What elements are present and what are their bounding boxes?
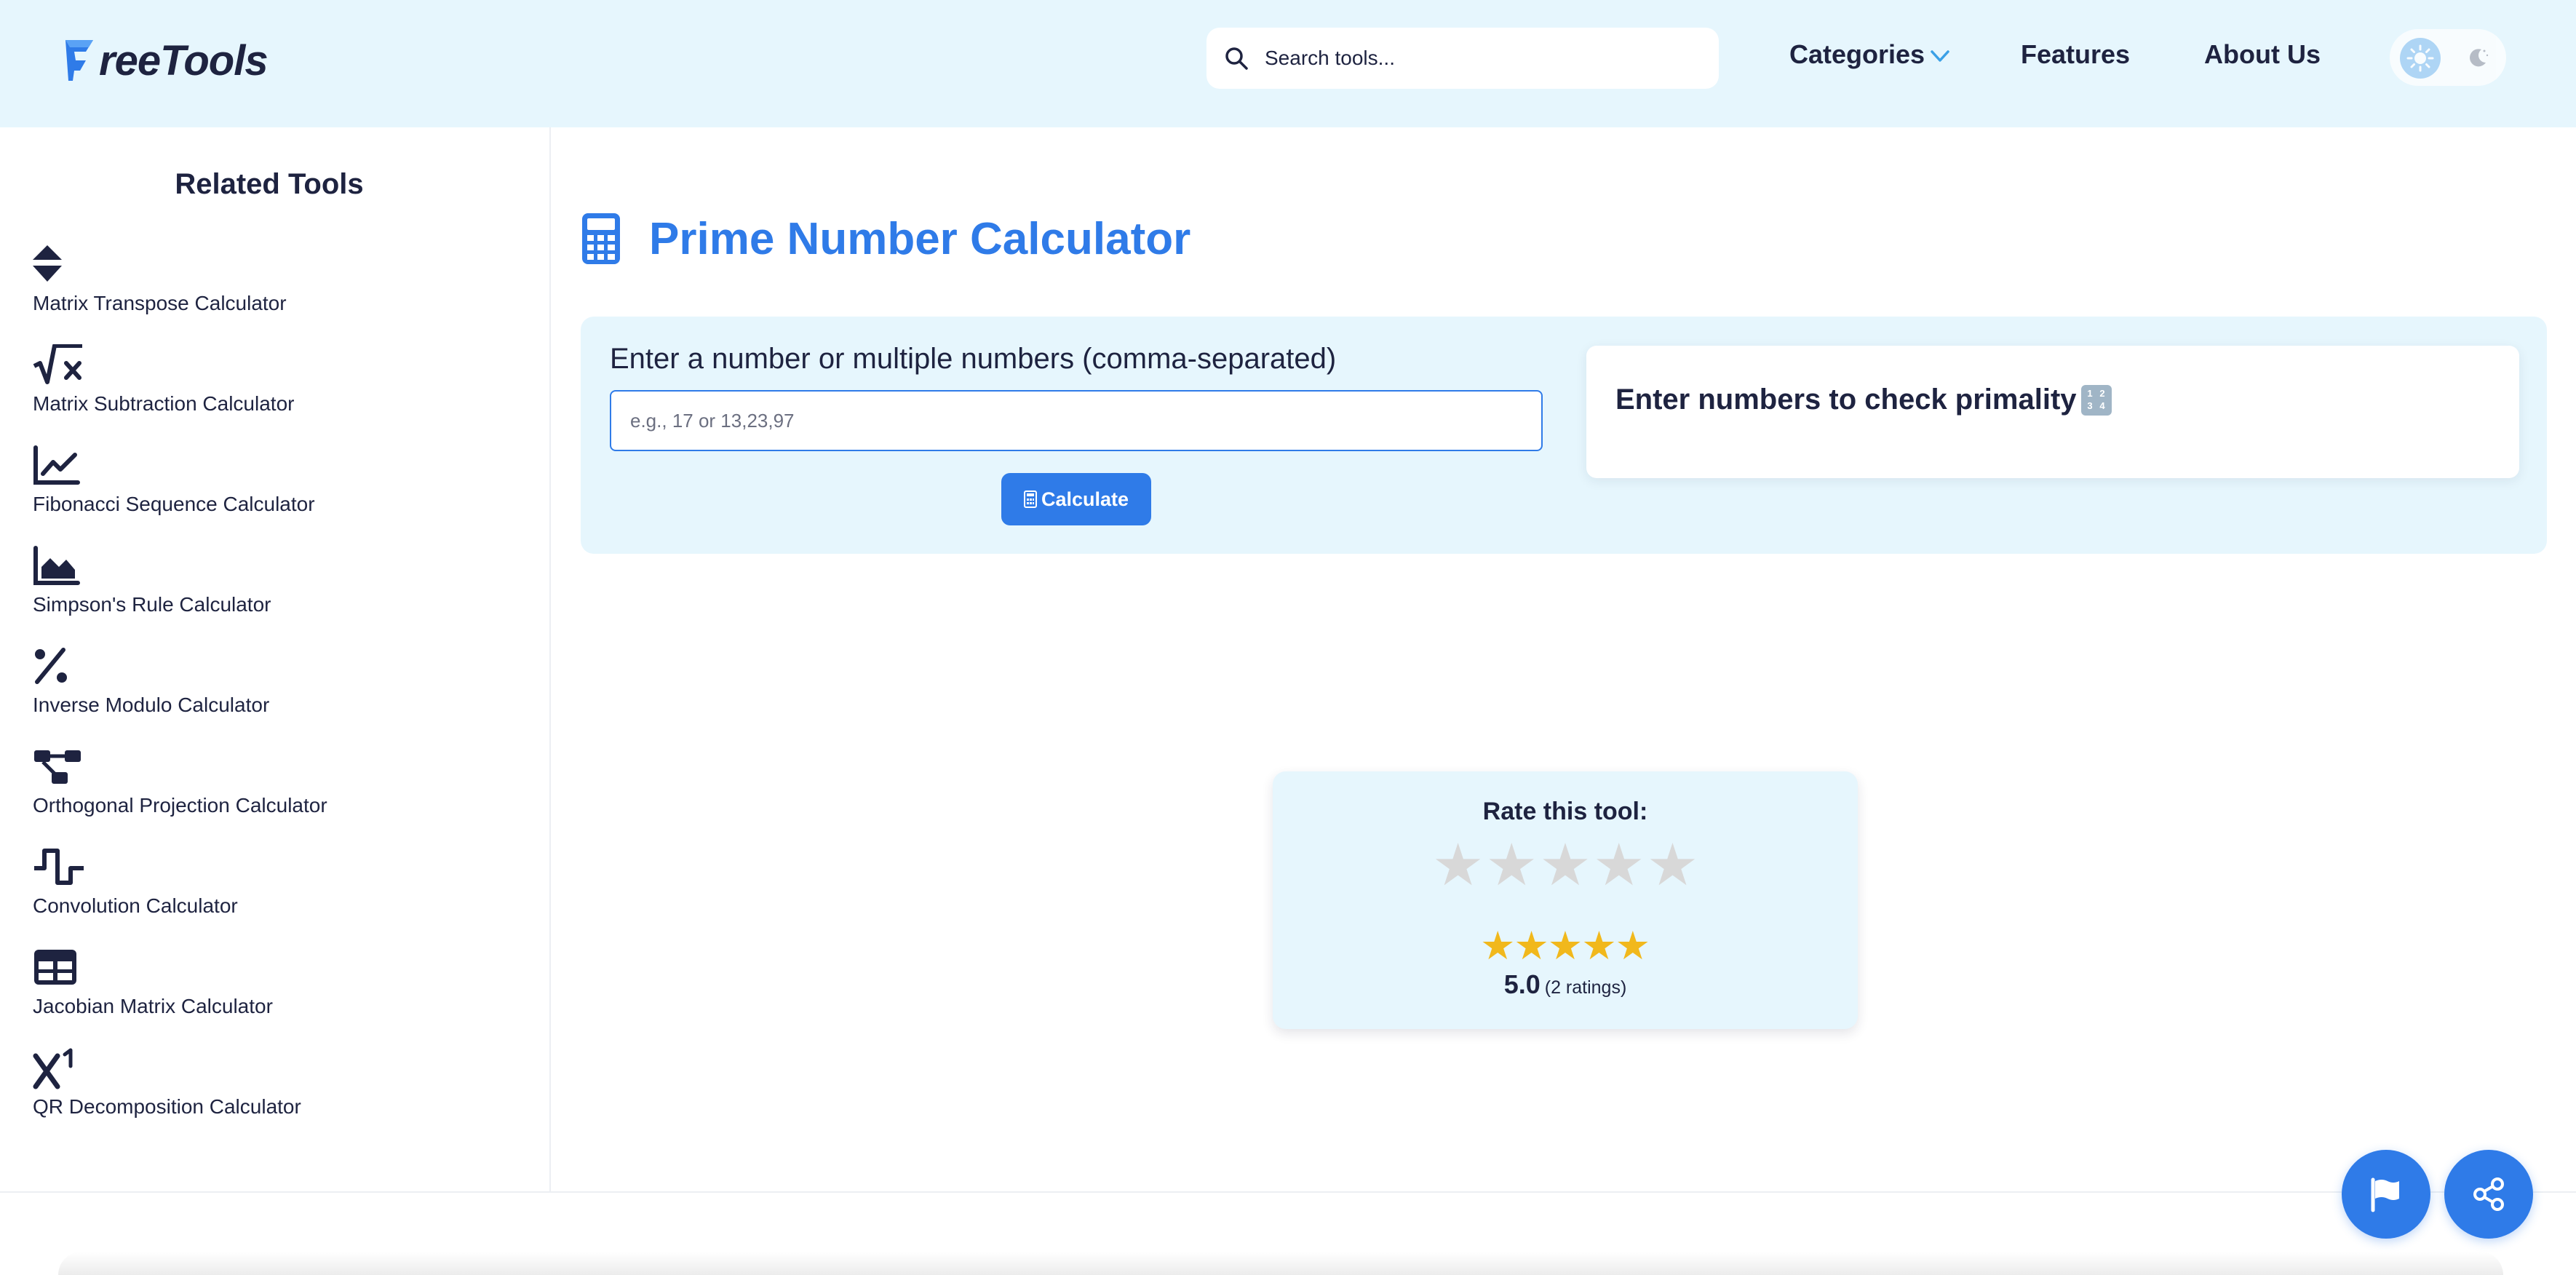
flag-icon: [2371, 1177, 2399, 1212]
sidebar-item-label: Simpson's Rule Calculator: [33, 593, 271, 616]
rating-count: (2 ratings): [1544, 977, 1627, 998]
table-icon: [34, 950, 76, 985]
rate-star-4[interactable]: ★: [1593, 833, 1645, 898]
logo-text: reeTools: [99, 36, 269, 84]
rate-star-2[interactable]: ★: [1485, 833, 1538, 898]
average-star: ★: [1479, 924, 1516, 968]
average-star: ★: [1514, 924, 1549, 968]
sidebar-item-label: QR Decomposition Calculator: [33, 1095, 301, 1118]
logo-mark-icon: [65, 40, 93, 81]
result-card: Enter numbers to check primality 12 34: [1586, 346, 2519, 478]
sidebar-item-orthogonal-projection[interactable]: Orthogonal Projection Calculator: [33, 746, 498, 833]
calculator-panel: Enter a number or multiple numbers (comm…: [581, 317, 2547, 554]
search-input[interactable]: [1265, 38, 1701, 79]
content-divider: [0, 1191, 2576, 1193]
percent-icon: [35, 648, 67, 684]
numbers-input[interactable]: [610, 390, 1543, 451]
calculator-icon: [1023, 490, 1037, 508]
search-box: [1206, 28, 1719, 89]
result-text: Enter numbers to check primality: [1615, 384, 2077, 416]
area-chart-icon: [33, 546, 80, 585]
sidebar-item-convolution[interactable]: Convolution Calculator: [33, 846, 498, 934]
superscript-icon: [33, 1048, 73, 1089]
sidebar-item-jacobian-matrix[interactable]: Jacobian Matrix Calculator: [33, 947, 498, 1034]
calculator-icon: [582, 213, 620, 264]
sidebar-item-label: Fibonacci Sequence Calculator: [33, 493, 315, 515]
wave-square-icon: [34, 849, 84, 885]
sun-icon: [2406, 44, 2434, 72]
nav-categories[interactable]: Categories: [1789, 39, 1951, 70]
site-header: reeTools Categories Features About Us: [0, 0, 2576, 127]
page-title: Prime Number Calculator: [649, 213, 1191, 264]
input-label: Enter a number or multiple numbers (comm…: [610, 343, 1337, 375]
theme-toggle[interactable]: [2390, 29, 2506, 86]
sort-icon: [33, 245, 62, 282]
sidebar-item-matrix-subtraction[interactable]: Matrix Subtraction Calculator: [33, 344, 498, 432]
nav-about-label: About Us: [2204, 39, 2321, 69]
rate-star-3[interactable]: ★: [1539, 833, 1591, 898]
sidebar-item-label: Matrix Transpose Calculator: [33, 292, 287, 314]
sidebar: Related Tools Matrix Transpose Calculato…: [0, 127, 551, 1191]
sidebar-item-inverse-modulo[interactable]: Inverse Modulo Calculator: [33, 646, 498, 733]
average-star: ★: [1615, 924, 1651, 968]
sidebar-item-label: Matrix Subtraction Calculator: [33, 392, 295, 415]
footer-edge: [58, 1252, 2503, 1275]
sidebar-item-matrix-transpose[interactable]: Matrix Transpose Calculator: [33, 244, 498, 331]
calculate-button-label: Calculate: [1041, 488, 1129, 510]
page-header: Prime Number Calculator: [581, 208, 1190, 269]
sidebar-item-simpsons-rule[interactable]: Simpson's Rule Calculator: [33, 545, 498, 632]
chevron-down-icon: [1931, 50, 1949, 62]
rating-summary: 5.0 (2 ratings): [1273, 969, 1858, 1000]
search-icon: [1225, 47, 1248, 70]
share-icon: [2473, 1177, 2504, 1211]
average-rating-stars: ★ ★ ★ ★ ★: [1273, 924, 1858, 968]
light-mode-button[interactable]: [2400, 38, 2441, 79]
sidebar-item-fibonacci[interactable]: Fibonacci Sequence Calculator: [33, 445, 498, 532]
rate-star-1[interactable]: ★: [1432, 833, 1484, 898]
square-root-icon: [33, 344, 82, 384]
report-button[interactable]: [2342, 1150, 2430, 1239]
sidebar-item-qr-decomposition[interactable]: QR Decomposition Calculator: [33, 1047, 498, 1135]
rating-title: Rate this tool:: [1482, 798, 1648, 825]
sidebar-item-label: Inverse Modulo Calculator: [33, 694, 270, 716]
result-message: Enter numbers to check primality 12 34: [1615, 384, 2112, 416]
share-button[interactable]: [2444, 1150, 2533, 1239]
sidebar-item-label: Orthogonal Projection Calculator: [33, 794, 327, 817]
numbers-emoji-icon: 12 34: [2080, 384, 2112, 416]
average-star: ★: [1581, 924, 1617, 968]
dark-mode-button[interactable]: [2457, 38, 2497, 79]
nav-features[interactable]: Features: [2021, 39, 2130, 70]
rating-score: 5.0: [1503, 969, 1541, 999]
nav-categories-label: Categories: [1789, 39, 1925, 69]
sidebar-title: Related Tools: [175, 168, 364, 200]
sidebar-item-label: Convolution Calculator: [33, 894, 238, 917]
rate-star-5[interactable]: ★: [1647, 833, 1699, 898]
average-star: ★: [1547, 924, 1583, 968]
rating-input-stars: ★ ★ ★ ★ ★: [1273, 833, 1858, 898]
nav-features-label: Features: [2021, 39, 2131, 69]
rating-card: Rate this tool: ★ ★ ★ ★ ★ ★ ★ ★ ★ ★ 5.0(…: [1273, 771, 1858, 1029]
sidebar-item-label: Jacobian Matrix Calculator: [33, 995, 273, 1017]
site-logo[interactable]: reeTools: [64, 35, 269, 86]
nav-about-us[interactable]: About Us: [2204, 39, 2321, 70]
moon-icon: [2470, 49, 2489, 67]
diagram-icon: [34, 750, 81, 784]
calculate-button[interactable]: Calculate: [1001, 473, 1151, 525]
line-chart-icon: [33, 445, 80, 485]
